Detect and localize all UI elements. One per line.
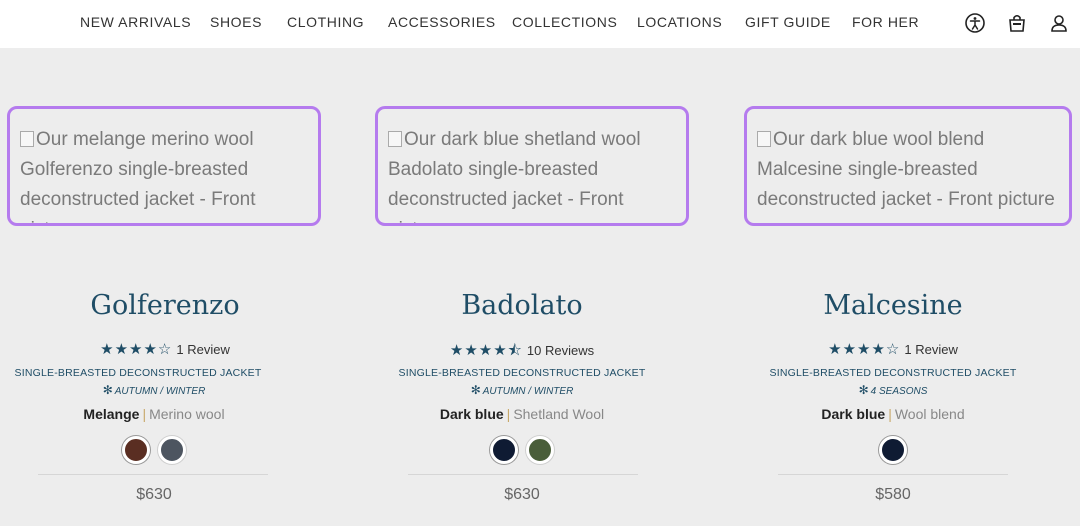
swatch-grey[interactable] <box>158 436 186 464</box>
broken-image-icon <box>388 131 402 147</box>
product-color: Dark blue | Wool blend <box>728 406 1058 422</box>
review-count: 1 Review <box>904 342 958 357</box>
product-rating[interactable]: ★★★★☆ 1 Review <box>728 340 1058 358</box>
color-swatches <box>357 436 687 464</box>
product-rating[interactable]: ★★★★⯪ 10 Reviews <box>357 340 687 365</box>
review-count: 10 Reviews <box>526 343 595 358</box>
review-count: 1 Review <box>176 342 230 357</box>
product-price: $630 <box>504 486 540 503</box>
divider <box>408 474 638 475</box>
product-color: Dark blue | Shetland Wool <box>357 406 687 422</box>
product-season: ✻ 4 SEASONS <box>728 383 1058 397</box>
star-rating-icon: ★★★★☆ <box>828 341 901 358</box>
product-name[interactable]: Golferenzo <box>0 290 330 321</box>
color-name: Dark blue <box>821 406 886 422</box>
material-name: Wool blend <box>894 406 965 422</box>
snowflake-icon: ✻ <box>470 383 481 397</box>
product-name[interactable]: Badolato <box>357 290 687 321</box>
season-label: AUTUMN / WINTER <box>114 386 206 397</box>
star-rating-icon: ★★★★⯪ <box>449 342 523 359</box>
divider <box>778 474 1008 475</box>
color-swatches <box>0 436 319 464</box>
separator: | <box>506 406 511 422</box>
product-card: Our dark blue wool blend Malcesine singl… <box>728 0 1072 526</box>
product-season: ✻ AUTUMN / WINTER <box>357 383 687 397</box>
product-image-alt: Our dark blue wool blend Malcesine singl… <box>757 129 1055 210</box>
snowflake-icon: ✻ <box>102 383 113 397</box>
product-card: Our dark blue shetland wool Badolato sin… <box>360 0 690 526</box>
product-image[interactable]: Our melange merino wool Golferenzo singl… <box>7 106 321 226</box>
swatch-green[interactable] <box>526 436 554 464</box>
color-swatches <box>728 436 1058 464</box>
separator: | <box>142 406 147 422</box>
product-image[interactable]: Our dark blue wool blend Malcesine singl… <box>744 106 1072 226</box>
product-card: Our melange merino wool Golferenzo singl… <box>0 0 330 526</box>
product-rating[interactable]: ★★★★☆ 1 Review <box>0 340 330 358</box>
swatch-dark-blue[interactable] <box>490 436 518 464</box>
divider <box>38 474 268 475</box>
swatch-dark-blue[interactable] <box>879 436 907 464</box>
material-name: Merino wool <box>149 406 225 422</box>
swatch-melange[interactable] <box>122 436 150 464</box>
product-price: $580 <box>875 486 911 503</box>
product-type: SINGLE-BREASTED DECONSTRUCTED JACKET <box>398 367 646 379</box>
product-price: $630 <box>136 486 172 503</box>
product-type: SINGLE-BREASTED DECONSTRUCTED JACKET <box>14 367 262 379</box>
season-label: 4 SEASONS <box>870 386 928 397</box>
color-name: Dark blue <box>439 406 504 422</box>
product-season: ✻ AUTUMN / WINTER <box>0 383 319 397</box>
product-image-alt: Our dark blue shetland wool Badolato sin… <box>388 129 641 223</box>
color-name: Melange <box>83 406 140 422</box>
material-name: Shetland Wool <box>513 406 605 422</box>
product-color: Melange | Merino wool <box>0 406 319 422</box>
season-label: AUTUMN / WINTER <box>482 386 574 397</box>
product-type: SINGLE-BREASTED DECONSTRUCTED JACKET <box>769 367 1017 379</box>
product-image-alt: Our melange merino wool Golferenzo singl… <box>20 129 256 223</box>
separator: | <box>888 406 892 422</box>
broken-image-icon <box>20 131 34 147</box>
snowflake-icon: ✻ <box>858 383 869 397</box>
broken-image-icon <box>757 131 771 147</box>
star-rating-icon: ★★★★☆ <box>100 341 173 358</box>
product-name[interactable]: Malcesine <box>728 290 1058 321</box>
product-image[interactable]: Our dark blue shetland wool Badolato sin… <box>375 106 689 226</box>
